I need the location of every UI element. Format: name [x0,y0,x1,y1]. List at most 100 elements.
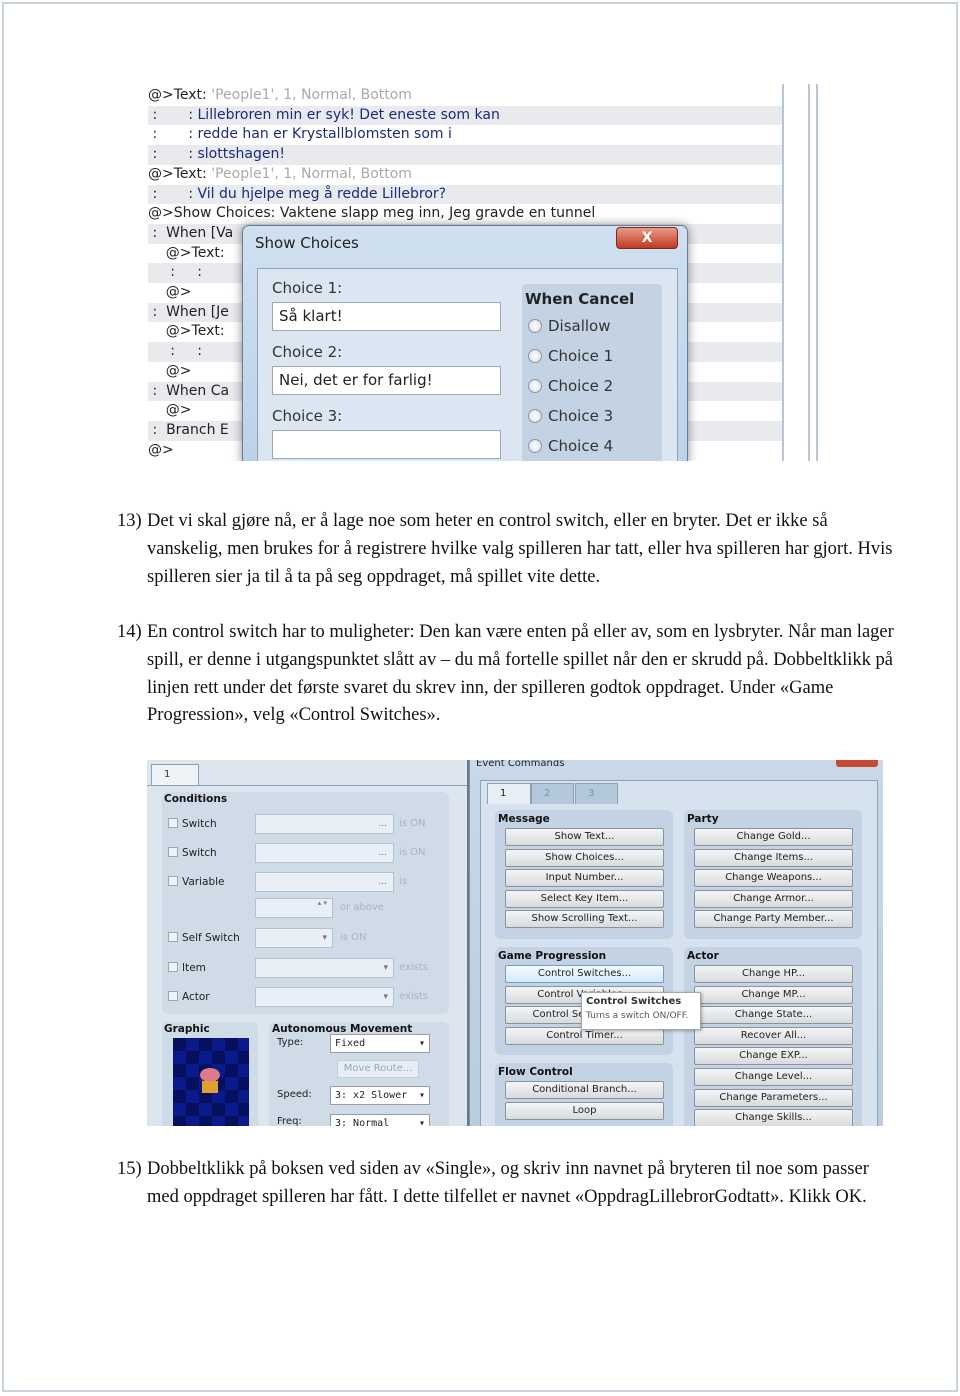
group-title: Party [687,813,719,825]
type-select[interactable]: Fixed [330,1034,430,1053]
when-cancel-radio[interactable]: Choice 4 [528,438,613,454]
list-row[interactable]: @>Text: 'People1', 1, Normal, Bottom [148,165,782,185]
dropdown-arrow-icon: ▾ [383,992,388,1002]
radio-circle-icon [528,439,542,453]
group-title: Flow Control [498,1066,573,1078]
scrollbar-line [808,84,810,461]
when-cancel-radio[interactable]: Choice 3 [528,408,613,424]
condition-checkbox[interactable]: Actor [168,991,210,1003]
choice-3-input[interactable] [272,430,501,459]
list-row[interactable]: : : redde han er Krystallblomsten som i [148,125,782,145]
when-cancel-radio[interactable]: Disallow [528,318,611,334]
row-command: : : [148,264,202,281]
event-page-pane: 1 Conditions Switch... is ON Switch... is O… [147,760,467,1126]
row-command: @> [148,284,192,300]
close-button[interactable] [836,760,878,767]
list-row[interactable]: : : Vil du hjelpe meg å redde Lillebror? [148,184,782,205]
command-button[interactable]: Select Key Item... [505,889,664,908]
command-button[interactable]: Loop [505,1101,664,1120]
condition-label: Switch [182,818,217,830]
radio-label: Choice 1 [548,347,614,365]
row-command: : When [Va [148,224,234,241]
command-button[interactable]: Control Switches... [505,965,664,983]
condition-checkbox[interactable]: Switch [168,818,217,830]
list-row[interactable]: @>Show Choices: Vaktene slapp meg inn, J… [148,204,782,224]
condition-label: Item [182,962,206,974]
condition-field[interactable]: ▾ [255,928,333,948]
radio-circle-icon [528,409,542,423]
dropdown-arrow-icon: ▾ [322,933,327,943]
when-cancel-radio[interactable]: Choice 1 [528,348,613,364]
condition-field[interactable]: ... [255,872,394,892]
row-command: : When Ca [148,382,230,399]
condition-field[interactable]: ▾ [255,958,394,978]
event-commands-screenshot: 1 Conditions Switch... is ON Switch... is O… [147,760,883,1126]
command-button[interactable]: Change Skills... [694,1109,853,1126]
freq-label: Freq: [277,1116,302,1126]
group-title: Game Progression [498,950,607,962]
graphic-title: Graphic [164,1023,210,1035]
row-command: @> [148,441,174,458]
when-cancel-radio[interactable]: Choice 2 [528,378,613,394]
row-parameters: 'People1', 1, Normal, Bottom [211,87,412,103]
speed-label: Speed: [277,1089,312,1100]
choice-1-input[interactable]: Så klart! [272,302,501,331]
command-button[interactable]: Show Scrolling Text... [505,910,664,929]
command-tab-1[interactable]: 1 [487,783,531,804]
checkbox-icon [168,818,178,828]
row-message-text: Vil du hjelpe meg å redde Lillebror? [197,185,447,202]
command-button[interactable]: Conditional Branch... [505,1081,664,1099]
condition-suffix: is ON [399,847,426,858]
condition-checkbox[interactable]: Item [168,962,206,974]
choice-3-label: Choice 3: [272,407,343,425]
list-row[interactable]: : : slottshagen! [148,145,782,165]
condition-suffix: is [399,876,407,887]
command-button[interactable]: Change Level... [694,1068,853,1086]
command-button[interactable]: Change Armor... [694,889,853,908]
command-button[interactable]: Change HP... [694,965,853,983]
command-button[interactable]: Change EXP... [694,1047,853,1066]
command-button[interactable]: Recover All... [694,1026,853,1045]
move-route-button[interactable]: Move Route... [337,1060,419,1078]
condition-suffix: or above [340,902,385,913]
condition-label: Variable [182,876,225,888]
checkbox-icon [168,962,178,972]
command-button[interactable]: Change Party Member... [694,910,853,929]
character-graphic[interactable] [173,1038,249,1126]
close-button[interactable]: X [616,227,678,249]
radio-circle-icon [528,379,542,393]
show-choices-screenshot: @>Text: 'People1', 1, Normal, Bottom : :… [142,84,818,461]
row-message-text: redde han er Krystallblomsten som i [197,126,452,143]
command-tab-3[interactable]: 3 [575,783,618,804]
condition-field[interactable]: ... [255,843,394,863]
command-button[interactable]: Input Number... [505,869,664,888]
when-cancel-group: When Cancel Disallow Choice 1 Choice 2 Choi… [522,284,662,461]
choice-2-input[interactable]: Nei, det er for farlig! [272,366,501,395]
condition-checkbox[interactable]: Switch [168,847,217,859]
command-button[interactable]: Change Weapons... [694,869,853,888]
condition-checkbox[interactable]: Variable [168,876,225,888]
checkbox-icon [168,876,178,886]
group-party: Party Change Gold... Change Items... Change… [684,810,862,939]
condition-label: Self Switch [182,932,240,944]
command-button[interactable]: Change MP... [694,985,853,1004]
command-tab-2[interactable]: 2 [531,783,574,804]
condition-field[interactable]: ... [255,814,394,834]
conditions-title: Conditions [164,793,228,805]
condition-field[interactable]: ▴ ▾ [255,898,333,918]
page-tab-1[interactable]: 1 [151,764,199,785]
command-button[interactable]: Change Gold... [694,828,853,846]
condition-checkbox[interactable]: Self Switch [168,932,240,944]
command-button[interactable]: Change State... [694,1006,853,1025]
command-button[interactable]: Change Parameters... [694,1088,853,1107]
list-row[interactable]: : : Lillebroren min er syk! Det eneste s… [148,105,782,126]
row-command: @> [148,402,192,419]
row-command: @> [148,362,192,379]
freq-select[interactable]: 3: Normal [330,1114,430,1126]
command-button[interactable]: Change Items... [694,848,853,867]
command-button[interactable]: Show Choices... [505,848,664,867]
list-row[interactable]: @>Text: 'People1', 1, Normal, Bottom [148,86,782,106]
condition-field[interactable]: ▾ [255,987,394,1007]
command-button[interactable]: Show Text... [505,828,664,846]
speed-select[interactable]: 3: x2 Slower [330,1086,430,1105]
